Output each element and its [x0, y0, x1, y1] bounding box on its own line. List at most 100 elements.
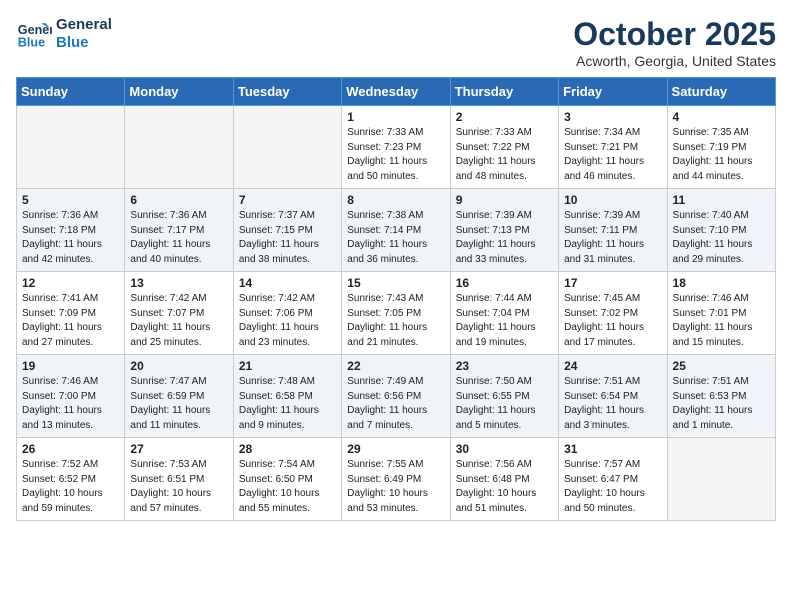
day-info: Sunrise: 7:33 AM Sunset: 7:22 PM Dayligh… — [456, 126, 553, 184]
day-number: 1 — [347, 110, 444, 124]
calendar-cell: 16 Sunrise: 7:44 AM Sunset: 7:04 PM Dayli… — [450, 272, 558, 355]
calendar-cell: 11 Sunrise: 7:40 AM Sunset: 7:10 PM Dayli… — [667, 189, 775, 272]
day-info: Sunrise: 7:42 AM Sunset: 7:06 PM Dayligh… — [239, 292, 336, 350]
calendar-week-row: 1 Sunrise: 7:33 AM Sunset: 7:23 PM Daylig… — [17, 106, 776, 189]
day-number: 6 — [130, 193, 227, 207]
day-number: 16 — [456, 276, 553, 290]
day-info: Sunrise: 7:34 AM Sunset: 7:21 PM Dayligh… — [564, 126, 661, 184]
day-header-thursday: Thursday — [450, 78, 558, 106]
day-info: Sunrise: 7:38 AM Sunset: 7:14 PM Dayligh… — [347, 209, 444, 267]
day-info: Sunrise: 7:54 AM Sunset: 6:50 PM Dayligh… — [239, 458, 336, 516]
calendar-cell: 8 Sunrise: 7:38 AM Sunset: 7:14 PM Daylig… — [342, 189, 450, 272]
day-number: 7 — [239, 193, 336, 207]
calendar-cell: 20 Sunrise: 7:47 AM Sunset: 6:59 PM Dayli… — [125, 355, 233, 438]
logo: General Blue General Blue — [16, 16, 112, 52]
calendar-week-row: 12Sunrise: 7:41 AM Sunset: 7:09 PM Dayli… — [17, 272, 776, 355]
day-info: Sunrise: 7:35 AM Sunset: 7:19 PM Dayligh… — [673, 126, 770, 184]
day-number: 3 — [564, 110, 661, 124]
logo-line2: Blue — [56, 34, 112, 52]
calendar-cell: 7 Sunrise: 7:37 AM Sunset: 7:15 PM Daylig… — [233, 189, 341, 272]
day-number: 20 — [130, 359, 227, 373]
day-info: Sunrise: 7:57 AM Sunset: 6:47 PM Dayligh… — [564, 458, 661, 516]
calendar-header-row: SundayMondayTuesdayWednesdayThursdayFrid… — [17, 78, 776, 106]
svg-text:Blue: Blue — [18, 36, 45, 50]
calendar-cell: 5 Sunrise: 7:36 AM Sunset: 7:18 PM Daylig… — [17, 189, 125, 272]
day-info: Sunrise: 7:36 AM Sunset: 7:17 PM Dayligh… — [130, 209, 227, 267]
calendar-cell: 30Sunrise: 7:56 AM Sunset: 6:48 PM Dayli… — [450, 438, 558, 521]
day-number: 21 — [239, 359, 336, 373]
calendar-cell: 9Sunrise: 7:39 AM Sunset: 7:13 PM Daylig… — [450, 189, 558, 272]
day-info: Sunrise: 7:42 AM Sunset: 7:07 PM Dayligh… — [130, 292, 227, 350]
day-info: Sunrise: 7:50 AM Sunset: 6:55 PM Dayligh… — [456, 375, 553, 433]
logo-line1: General — [56, 16, 112, 34]
calendar-cell: 17 Sunrise: 7:45 AM Sunset: 7:02 PM Dayli… — [559, 272, 667, 355]
calendar-cell: 19 Sunrise: 7:46 AM Sunset: 7:00 PM Dayli… — [17, 355, 125, 438]
calendar-cell: 22 Sunrise: 7:49 AM Sunset: 6:56 PM Dayli… — [342, 355, 450, 438]
day-info: Sunrise: 7:45 AM Sunset: 7:02 PM Dayligh… — [564, 292, 661, 350]
calendar-cell — [17, 106, 125, 189]
day-info: Sunrise: 7:46 AM Sunset: 7:01 PM Dayligh… — [673, 292, 770, 350]
day-info: Sunrise: 7:37 AM Sunset: 7:15 PM Dayligh… — [239, 209, 336, 267]
day-header-wednesday: Wednesday — [342, 78, 450, 106]
day-header-monday: Monday — [125, 78, 233, 106]
calendar-cell — [667, 438, 775, 521]
calendar-cell: 3 Sunrise: 7:34 AM Sunset: 7:21 PM Daylig… — [559, 106, 667, 189]
calendar-cell: 23 Sunrise: 7:50 AM Sunset: 6:55 PM Dayli… — [450, 355, 558, 438]
day-number: 13 — [130, 276, 227, 290]
calendar-cell: 2 Sunrise: 7:33 AM Sunset: 7:22 PM Daylig… — [450, 106, 558, 189]
day-number: 8 — [347, 193, 444, 207]
calendar-cell: 29Sunrise: 7:55 AM Sunset: 6:49 PM Dayli… — [342, 438, 450, 521]
day-info: Sunrise: 7:51 AM Sunset: 6:54 PM Dayligh… — [564, 375, 661, 433]
calendar-week-row: 19 Sunrise: 7:46 AM Sunset: 7:00 PM Dayli… — [17, 355, 776, 438]
calendar-table: SundayMondayTuesdayWednesdayThursdayFrid… — [16, 77, 776, 521]
day-info: Sunrise: 7:51 AM Sunset: 6:53 PM Dayligh… — [673, 375, 770, 433]
day-number: 18 — [673, 276, 770, 290]
calendar-cell: 31Sunrise: 7:57 AM Sunset: 6:47 PM Dayli… — [559, 438, 667, 521]
day-info: Sunrise: 7:44 AM Sunset: 7:04 PM Dayligh… — [456, 292, 553, 350]
day-info: Sunrise: 7:46 AM Sunset: 7:00 PM Dayligh… — [22, 375, 119, 433]
day-info: Sunrise: 7:36 AM Sunset: 7:18 PM Dayligh… — [22, 209, 119, 267]
day-number: 4 — [673, 110, 770, 124]
day-number: 27 — [130, 442, 227, 456]
logo-icon: General Blue — [16, 16, 52, 52]
day-info: Sunrise: 7:55 AM Sunset: 6:49 PM Dayligh… — [347, 458, 444, 516]
day-number: 24 — [564, 359, 661, 373]
day-info: Sunrise: 7:47 AM Sunset: 6:59 PM Dayligh… — [130, 375, 227, 433]
day-number: 17 — [564, 276, 661, 290]
day-number: 9 — [456, 193, 553, 207]
day-number: 5 — [22, 193, 119, 207]
day-info: Sunrise: 7:53 AM Sunset: 6:51 PM Dayligh… — [130, 458, 227, 516]
calendar-cell: 10Sunrise: 7:39 AM Sunset: 7:11 PM Dayli… — [559, 189, 667, 272]
day-number: 25 — [673, 359, 770, 373]
calendar-cell: 6 Sunrise: 7:36 AM Sunset: 7:17 PM Daylig… — [125, 189, 233, 272]
month-title: October 2025 — [573, 16, 776, 53]
calendar-cell: 25 Sunrise: 7:51 AM Sunset: 6:53 PM Dayli… — [667, 355, 775, 438]
title-block: October 2025 Acworth, Georgia, United St… — [573, 16, 776, 69]
day-info: Sunrise: 7:39 AM Sunset: 7:11 PM Dayligh… — [564, 209, 661, 267]
day-header-friday: Friday — [559, 78, 667, 106]
day-number: 2 — [456, 110, 553, 124]
day-info: Sunrise: 7:49 AM Sunset: 6:56 PM Dayligh… — [347, 375, 444, 433]
calendar-cell: 15Sunrise: 7:43 AM Sunset: 7:05 PM Dayli… — [342, 272, 450, 355]
day-info: Sunrise: 7:48 AM Sunset: 6:58 PM Dayligh… — [239, 375, 336, 433]
calendar-cell: 14 Sunrise: 7:42 AM Sunset: 7:06 PM Dayli… — [233, 272, 341, 355]
calendar-cell: 18 Sunrise: 7:46 AM Sunset: 7:01 PM Dayli… — [667, 272, 775, 355]
day-number: 30 — [456, 442, 553, 456]
day-info: Sunrise: 7:40 AM Sunset: 7:10 PM Dayligh… — [673, 209, 770, 267]
day-number: 19 — [22, 359, 119, 373]
calendar-cell: 26Sunrise: 7:52 AM Sunset: 6:52 PM Dayli… — [17, 438, 125, 521]
location-subtitle: Acworth, Georgia, United States — [573, 53, 776, 69]
calendar-week-row: 26Sunrise: 7:52 AM Sunset: 6:52 PM Dayli… — [17, 438, 776, 521]
day-info: Sunrise: 7:41 AM Sunset: 7:09 PM Dayligh… — [22, 292, 119, 350]
day-number: 23 — [456, 359, 553, 373]
day-info: Sunrise: 7:52 AM Sunset: 6:52 PM Dayligh… — [22, 458, 119, 516]
day-number: 14 — [239, 276, 336, 290]
day-info: Sunrise: 7:33 AM Sunset: 7:23 PM Dayligh… — [347, 126, 444, 184]
calendar-cell: 27 Sunrise: 7:53 AM Sunset: 6:51 PM Dayli… — [125, 438, 233, 521]
calendar-cell — [233, 106, 341, 189]
day-number: 22 — [347, 359, 444, 373]
day-number: 11 — [673, 193, 770, 207]
day-info: Sunrise: 7:43 AM Sunset: 7:05 PM Dayligh… — [347, 292, 444, 350]
day-header-tuesday: Tuesday — [233, 78, 341, 106]
calendar-cell: 28Sunrise: 7:54 AM Sunset: 6:50 PM Dayli… — [233, 438, 341, 521]
